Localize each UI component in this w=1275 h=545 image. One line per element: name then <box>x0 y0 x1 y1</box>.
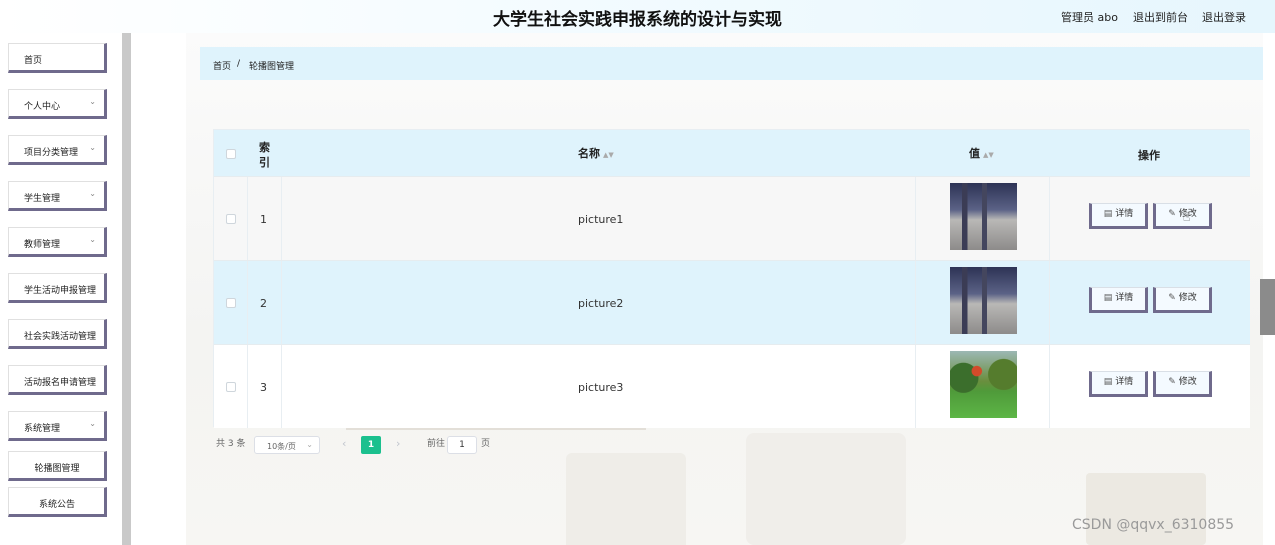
user-label: 管理员 abo <box>1061 11 1118 24</box>
page-number-current[interactable]: 1 <box>361 436 381 454</box>
cell-name: picture3 <box>578 381 624 394</box>
sidebar-item-students[interactable]: 学生管理 ⌄ <box>8 181 107 211</box>
edit-button[interactable]: ✎ 修改 <box>1153 371 1212 397</box>
document-icon: ▤ <box>1103 209 1113 219</box>
table-header: 索 引 名称 ▲▼ 值 ▲▼ 操作 <box>214 130 1250 176</box>
select-all-checkbox[interactable] <box>226 149 236 159</box>
row-checkbox[interactable] <box>226 382 236 392</box>
sidebar-item-label: 首页 <box>24 56 43 66</box>
pencil-icon: ✎ <box>1168 377 1176 387</box>
background-decoration <box>746 433 906 545</box>
sidebar-item-label: 轮播图管理 <box>34 464 80 474</box>
sidebar-item-teachers[interactable]: 教师管理 ⌄ <box>8 227 107 257</box>
cell-name: picture1 <box>578 213 624 226</box>
cell-index: 3 <box>260 381 267 394</box>
chevron-down-icon: ⌄ <box>306 440 313 449</box>
detail-button[interactable]: ▤ 详情 <box>1089 371 1148 397</box>
sidebar-subitem-announcement[interactable]: 系统公告 <box>8 487 107 517</box>
sidebar-item-label: 项目分类管理 <box>24 148 79 158</box>
sidebar-item-home[interactable]: 首页 <box>8 43 107 73</box>
logout-link[interactable]: 退出登录 <box>1202 9 1246 25</box>
pencil-icon: ✎ <box>1168 209 1176 219</box>
goto-label: 前往 <box>427 439 446 449</box>
page-scrollbar-thumb[interactable] <box>1260 279 1275 335</box>
pagination-total: 共 3 条 <box>216 439 246 449</box>
column-header-index-2: 引 <box>259 156 270 169</box>
sidebar-item-label: 教师管理 <box>24 240 61 250</box>
sidebar-item-label: 社会实践活动管理 <box>24 332 97 342</box>
data-table: 索 引 名称 ▲▼ 值 ▲▼ 操作 1 picture1 ▤ 详情 ✎ 修改 2 pic… <box>213 129 1250 428</box>
sidebar-item-label: 学生活动申报管理 <box>24 286 97 296</box>
watermark: CSDN @qqvx_6310855 <box>1072 517 1235 533</box>
detail-button[interactable]: ▤ 详情 <box>1089 287 1148 313</box>
row-thumbnail <box>950 267 1017 334</box>
top-header: 大学生社会实践申报系统的设计与实现 管理员 abo 退出到前台 退出登录 <box>0 0 1275 33</box>
sidebar-item-activity-signup[interactable]: 活动报名申请管理 <box>8 365 107 395</box>
breadcrumb: 首页 / 轮播图管理 <box>200 47 1263 80</box>
page-suffix: 页 <box>481 439 491 449</box>
chevron-down-icon: ⌄ <box>89 189 96 198</box>
sidebar-item-system[interactable]: 系统管理 ⌄ <box>8 411 107 441</box>
column-header-actions: 操作 <box>1138 149 1160 162</box>
cell-index: 2 <box>260 297 267 310</box>
sidebar-item-label: 学生管理 <box>24 194 61 204</box>
table-row: 3 picture3 ▤ 详情 ✎ 修改 <box>214 344 1250 428</box>
document-icon: ▤ <box>1103 377 1113 387</box>
sidebar-scrollbar[interactable] <box>122 33 131 545</box>
background-decoration <box>566 453 686 545</box>
background-decoration <box>346 428 646 430</box>
sidebar-item-student-activity[interactable]: 学生活动申报管理 <box>8 273 107 303</box>
page-size-select[interactable]: 10条/页 ⌄ <box>254 436 320 454</box>
row-checkbox[interactable] <box>226 214 236 224</box>
cell-name: picture2 <box>578 297 624 310</box>
goto-page-input[interactable] <box>447 436 477 454</box>
edit-button[interactable]: ✎ 修改 <box>1153 287 1212 313</box>
exit-to-front-link[interactable]: 退出到前台 <box>1133 9 1188 25</box>
sidebar-item-project-category[interactable]: 项目分类管理 ⌄ <box>8 135 107 165</box>
detail-button[interactable]: ▤ 详情 <box>1089 203 1148 229</box>
table-row: 2 picture2 ▤ 详情 ✎ 修改 <box>214 260 1250 344</box>
row-thumbnail <box>950 351 1017 418</box>
document-icon: ▤ <box>1103 293 1113 303</box>
breadcrumb-home[interactable]: 首页 <box>213 59 231 72</box>
column-header-name[interactable]: 名称 ▲▼ <box>578 145 614 161</box>
row-thumbnail <box>950 183 1017 250</box>
sidebar-item-label: 个人中心 <box>24 102 61 112</box>
page-size-value: 10条/页 <box>267 442 296 451</box>
sort-icon[interactable]: ▲▼ <box>603 151 614 159</box>
sidebar-item-social-practice[interactable]: 社会实践活动管理 <box>8 319 107 349</box>
sidebar-item-label: 系统公告 <box>38 500 75 510</box>
sidebar-item-personal-center[interactable]: 个人中心 ⌄ <box>8 89 107 119</box>
mouse-cursor-icon: ☝ <box>1183 210 1191 224</box>
cell-index: 1 <box>260 213 267 226</box>
chevron-down-icon: ⌄ <box>89 235 96 244</box>
column-header-value[interactable]: 值 ▲▼ <box>969 145 994 161</box>
breadcrumb-separator: / <box>237 59 241 69</box>
sort-icon[interactable]: ▲▼ <box>983 151 994 159</box>
column-header-index-1: 索 <box>259 141 270 154</box>
table-row: 1 picture1 ▤ 详情 ✎ 修改 <box>214 176 1250 260</box>
pencil-icon: ✎ <box>1168 293 1176 303</box>
chevron-down-icon: ⌄ <box>89 97 96 106</box>
row-checkbox[interactable] <box>226 298 236 308</box>
sidebar-item-label: 系统管理 <box>24 424 61 434</box>
breadcrumb-current: 轮播图管理 <box>249 62 295 72</box>
chevron-down-icon: ⌄ <box>89 143 96 152</box>
chevron-down-icon: ⌄ <box>89 419 96 428</box>
sidebar-item-label: 活动报名申请管理 <box>24 378 97 388</box>
sidebar-subitem-carousel[interactable]: 轮播图管理 <box>8 451 107 481</box>
background-decoration <box>1086 473 1206 545</box>
next-page-icon[interactable]: › <box>396 437 400 450</box>
prev-page-icon[interactable]: ‹ <box>342 437 346 450</box>
